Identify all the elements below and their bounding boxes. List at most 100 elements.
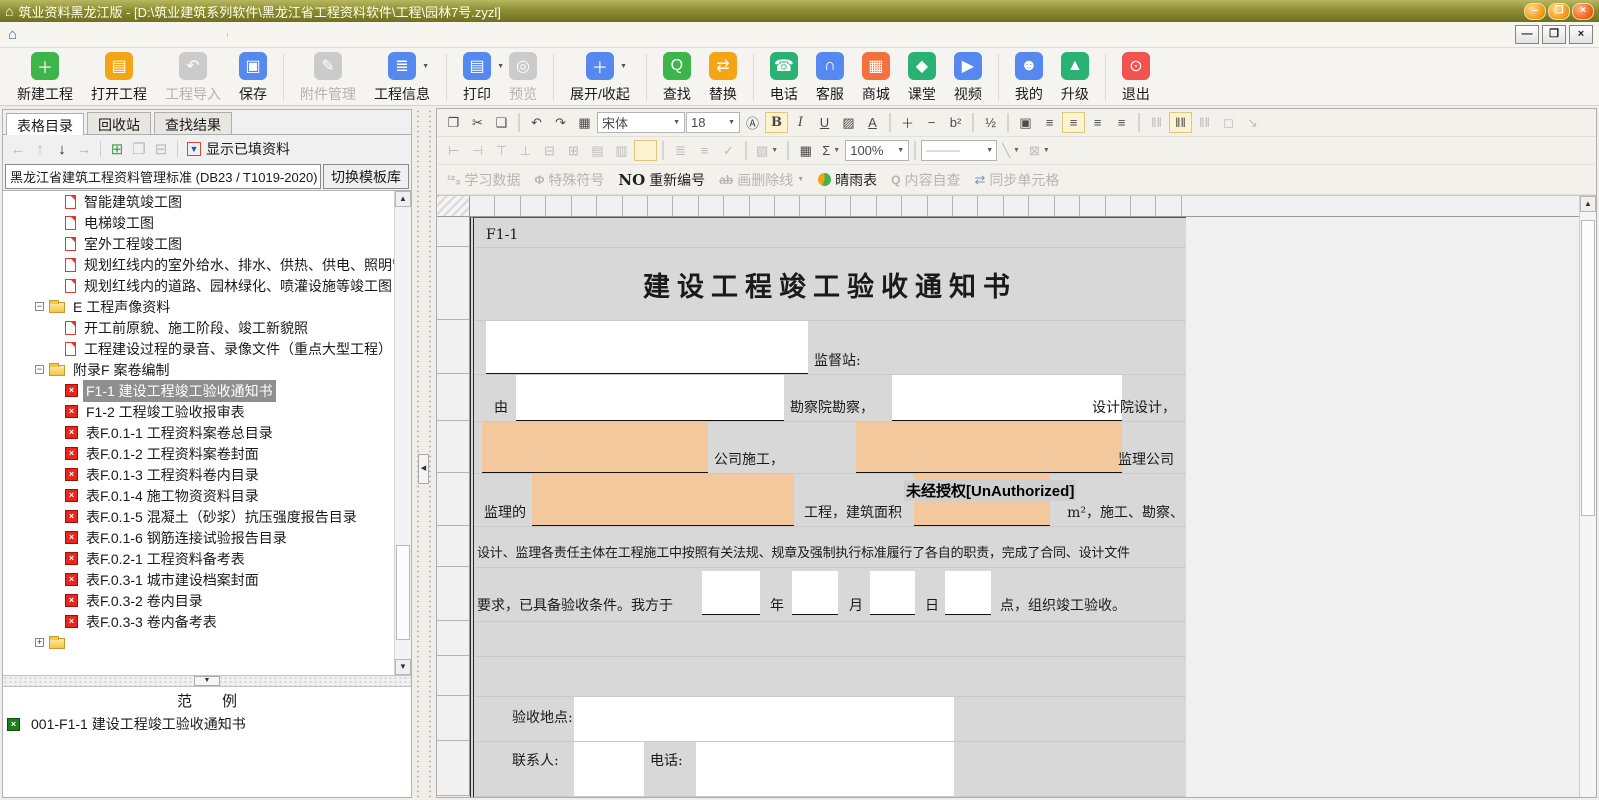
column-header[interactable] [800,196,825,216]
column-header[interactable] [750,196,775,216]
merge-cell-icon[interactable]: ⊞ [562,140,585,161]
minimize-button[interactable]: – [1524,3,1546,20]
menu-item[interactable] [113,33,131,37]
column-header[interactable] [928,196,953,216]
undo-icon[interactable]: ↶ [525,112,548,133]
format-tool[interactable] [889,113,891,132]
select-all-corner[interactable] [437,196,470,216]
diagonal-line-combo[interactable]: ╲ [998,140,1024,161]
menu-item[interactable] [203,33,221,37]
column-header[interactable] [521,196,546,216]
bold-button[interactable]: B [765,112,788,133]
switch-template-button[interactable]: 切换模板库 [323,164,409,189]
cell-supervision-station[interactable] [486,321,808,374]
collapse-box-icon[interactable]: ↘ [1241,112,1264,133]
wordart-icon[interactable]: Ⓐ [741,112,764,133]
column-header[interactable] [953,196,978,216]
weather-table-button[interactable]: 晴雨表 [818,170,877,190]
toolbar-button[interactable] [553,54,554,101]
menu-item[interactable] [41,33,59,37]
tab-search-results[interactable]: 查找结果 [154,112,232,134]
cell-contact-person[interactable] [574,742,644,796]
border-pattern-icon[interactable]: ▦ [794,140,817,161]
sum-combo[interactable]: Σ [818,140,844,161]
tree-scrollbar[interactable]: ▲ ▼ [394,191,411,675]
cell-acceptance-location[interactable] [574,697,954,741]
horizontal-splitter[interactable]: ▼ [3,675,411,687]
tree-item[interactable]: 表F.0.3-2 卷内目录 [3,590,394,611]
import-project-button[interactable]: ↶ 工程导入 [156,51,230,105]
column-header[interactable] [597,196,622,216]
menu-item[interactable] [185,33,203,37]
tree-item[interactable]: 表F.0.1-3 工程资料卷内目录 [3,464,394,485]
row-header[interactable] [437,473,470,526]
format-tool[interactable] [518,113,520,132]
delete-col-icon[interactable]: ⊣ [466,140,489,161]
sheet-grid-icon[interactable]: ⊟ [151,139,171,159]
cut-icon[interactable]: ✂ [466,112,489,133]
nav-right-icon[interactable]: → [74,139,94,159]
my-account-button[interactable]: ☻ 我的 [1006,51,1052,105]
support-button[interactable]: ∩ 客服 [807,51,853,105]
tree-item[interactable]: 工程建设过程的录音、录像文件（重点大型工程） [3,338,394,359]
nav-left-icon[interactable]: ← [8,139,28,159]
tree-item[interactable]: F1-2 工程竣工验收报审表 [3,401,394,422]
superscript-icon[interactable]: b² [944,112,967,133]
tree-item[interactable]: − 附录F 案卷编制 [3,359,394,380]
splitter-collapse-icon[interactable]: ▼ [194,676,220,686]
cell-phone[interactable] [696,742,954,796]
merge-row-icon[interactable]: ▤ [586,140,609,161]
column-header[interactable] [1029,196,1054,216]
row-header[interactable] [437,526,470,567]
vertical-text-center-icon[interactable]: ‖‖ [1169,112,1192,133]
tree-item[interactable]: 电梯竣工图 [3,212,394,233]
expander-icon[interactable]: − [35,302,44,311]
filter-icon[interactable]: ▼ [184,139,204,159]
row-header[interactable] [437,421,470,473]
row-header[interactable] [437,656,470,696]
menu-item[interactable] [23,33,41,37]
tree-item[interactable]: − E 工程声像资料 [3,296,394,317]
tree-item[interactable]: F1-1 建设工程竣工验收通知书 [3,380,394,401]
vertical-text-left-icon[interactable]: ‖‖ [1145,112,1168,133]
tree-item[interactable]: 表F.0.1-5 混凝土（砂浆）抗压强度报告目录 [3,506,394,527]
fit-box-icon[interactable]: ◻ [1217,112,1240,133]
column-header[interactable] [826,196,851,216]
mall-button[interactable]: ▦ 商城 [853,51,899,105]
scroll-up-icon[interactable]: ▲ [395,191,411,207]
find-button[interactable]: Q 查找 [654,51,700,105]
content-check-button[interactable]: Q 内容自查 [891,170,960,190]
export-icon[interactable]: ▦ [573,112,596,133]
tree-item[interactable]: + [3,632,394,653]
column-header[interactable] [1080,196,1105,216]
format-tool[interactable] [745,141,747,160]
tree-item[interactable]: 智能建筑竣工图 [3,191,394,212]
toolbar-button[interactable] [283,54,284,101]
sync-cell-button[interactable]: 同步单元格 [974,170,1059,190]
tree-item[interactable]: 表F.0.1-4 施工物资资料目录 [3,485,394,506]
open-project-button[interactable]: ▤ 打开工程 [82,51,156,105]
menu-item[interactable] [149,33,167,37]
tree-item[interactable]: 规划红线内的道路、园林绿化、喷灌设施等竣工图 [3,275,394,296]
project-info-button[interactable]: ≣ 工程信息 [365,51,439,105]
fill-color-icon[interactable]: ▨ [837,112,860,133]
tree-item[interactable]: 表F.0.3-3 卷内备考表 [3,611,394,632]
insert-row-icon[interactable]: ⊤ [490,140,513,161]
expander-icon[interactable]: − [35,365,44,374]
align-left-icon[interactable]: ≡ [1038,112,1061,133]
format-tool[interactable] [1007,113,1009,132]
collapse-panel-icon[interactable]: ◀ [418,454,429,484]
tree-item[interactable]: 表F.0.2-1 工程资料备考表 [3,548,394,569]
example-item[interactable]: 001-F1-1 建设工程竣工验收通知书 [3,712,411,734]
tree-item[interactable]: 规划红线内的室外给水、排水、供热、供电、照明管线 [3,254,394,275]
cell-year[interactable] [702,571,760,615]
row-height-icon[interactable]: ≣ [669,140,692,161]
fraction-icon[interactable]: ½ [979,112,1002,133]
print-button[interactable]: ▤ 打印 [454,51,500,105]
menu-item[interactable] [95,33,113,37]
toolbar-button[interactable] [998,54,999,101]
format-tool[interactable] [662,141,664,160]
column-header[interactable] [673,196,698,216]
row-header[interactable] [437,741,470,796]
column-header[interactable] [623,196,648,216]
